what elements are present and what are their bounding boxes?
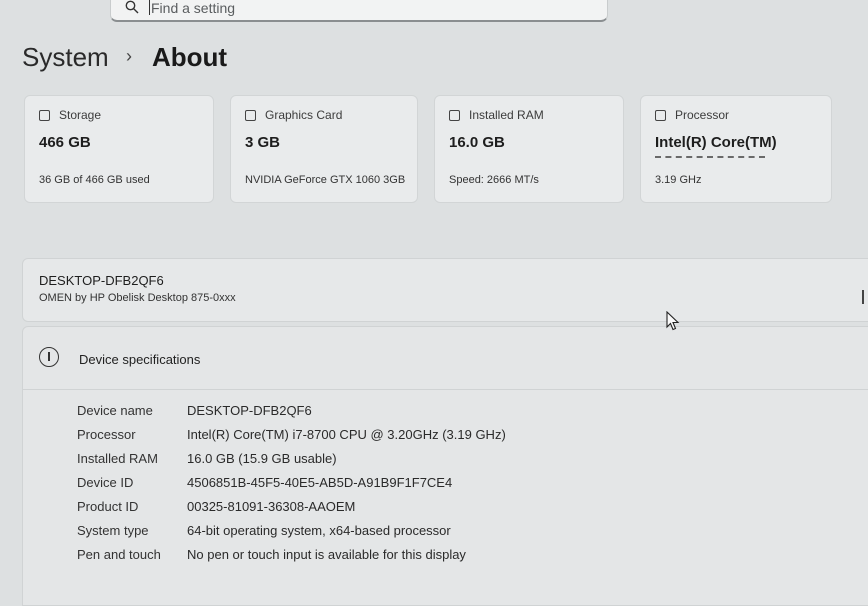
- spec-value: 16.0 GB (15.9 GB usable): [187, 451, 337, 466]
- card-title: Processor: [675, 108, 730, 122]
- search-box[interactable]: Find a setting: [110, 0, 608, 22]
- card-subtext: NVIDIA GeForce GTX 1060 3GB: [245, 174, 406, 186]
- card-title: Installed RAM: [469, 108, 544, 122]
- info-icon: [39, 347, 59, 367]
- card-value: 3 GB: [245, 134, 281, 151]
- spec-label: Installed RAM: [77, 451, 158, 466]
- graphics-card-card[interactable]: Graphics Card 3 GB NVIDIA GeForce GTX 10…: [230, 95, 418, 203]
- spec-label: Device ID: [77, 475, 134, 490]
- card-value: 466 GB: [39, 134, 91, 151]
- storage-icon: [39, 110, 50, 121]
- device-name: DESKTOP-DFB2QF6: [39, 273, 164, 288]
- processor-card[interactable]: Processor Intel(R) Core(TM) 3.19 GHz: [640, 95, 832, 203]
- spec-value: 4506851B-45F5-40E5-AB5D-A91B9F1F7CE4: [187, 475, 453, 490]
- device-specifications-panel: Device specifications Device name DESKTO…: [22, 326, 868, 606]
- spec-value: 00325-81091-36308-AAOEM: [187, 499, 356, 514]
- card-value: 16.0 GB: [449, 134, 505, 151]
- storage-card[interactable]: Storage 466 GB 36 GB of 466 GB used: [24, 95, 214, 203]
- page-title: About: [152, 42, 228, 72]
- section-header[interactable]: Device specifications: [79, 352, 200, 367]
- card-subtext: Speed: 2666 MT/s: [449, 174, 539, 186]
- chevron-right-icon: ›: [126, 46, 132, 66]
- truncated-text: [655, 156, 765, 162]
- installed-ram-card[interactable]: Installed RAM 16.0 GB Speed: 2666 MT/s: [434, 95, 624, 203]
- graphics-card-icon: [245, 110, 256, 121]
- breadcrumb-system[interactable]: System: [22, 42, 109, 73]
- mouse-cursor-icon: [666, 311, 680, 331]
- ram-icon: [449, 110, 460, 121]
- card-title: Storage: [59, 108, 102, 122]
- divider: [23, 389, 868, 390]
- spec-label: System type: [77, 523, 149, 538]
- device-model: OMEN by HP Obelisk Desktop 875-0xxx: [39, 292, 236, 304]
- spec-label: Pen and touch: [77, 547, 161, 562]
- device-name-panel: DESKTOP-DFB2QF6 OMEN by HP Obelisk Deskt…: [22, 258, 868, 322]
- card-subtext: 36 GB of 466 GB used: [39, 174, 150, 186]
- spec-label: Device name: [77, 403, 153, 418]
- spec-value: No pen or touch input is available for t…: [187, 547, 466, 562]
- spec-value: Intel(R) Core(TM) i7-8700 CPU @ 3.20GHz …: [187, 427, 506, 442]
- card-value: Intel(R) Core(TM): [655, 134, 777, 151]
- search-icon: [125, 0, 139, 14]
- spec-label: Product ID: [77, 499, 139, 514]
- text-caret: [149, 0, 150, 15]
- card-title: Graphics Card: [265, 108, 343, 122]
- spec-label: Processor: [77, 427, 136, 442]
- search-input[interactable]: Find a setting: [151, 0, 235, 16]
- rename-button-edge[interactable]: [862, 290, 864, 304]
- spec-value: 64-bit operating system, x64-based proce…: [187, 523, 451, 538]
- spec-value: DESKTOP-DFB2QF6: [187, 403, 312, 418]
- card-subtext: 3.19 GHz: [655, 174, 702, 186]
- processor-icon: [655, 110, 666, 121]
